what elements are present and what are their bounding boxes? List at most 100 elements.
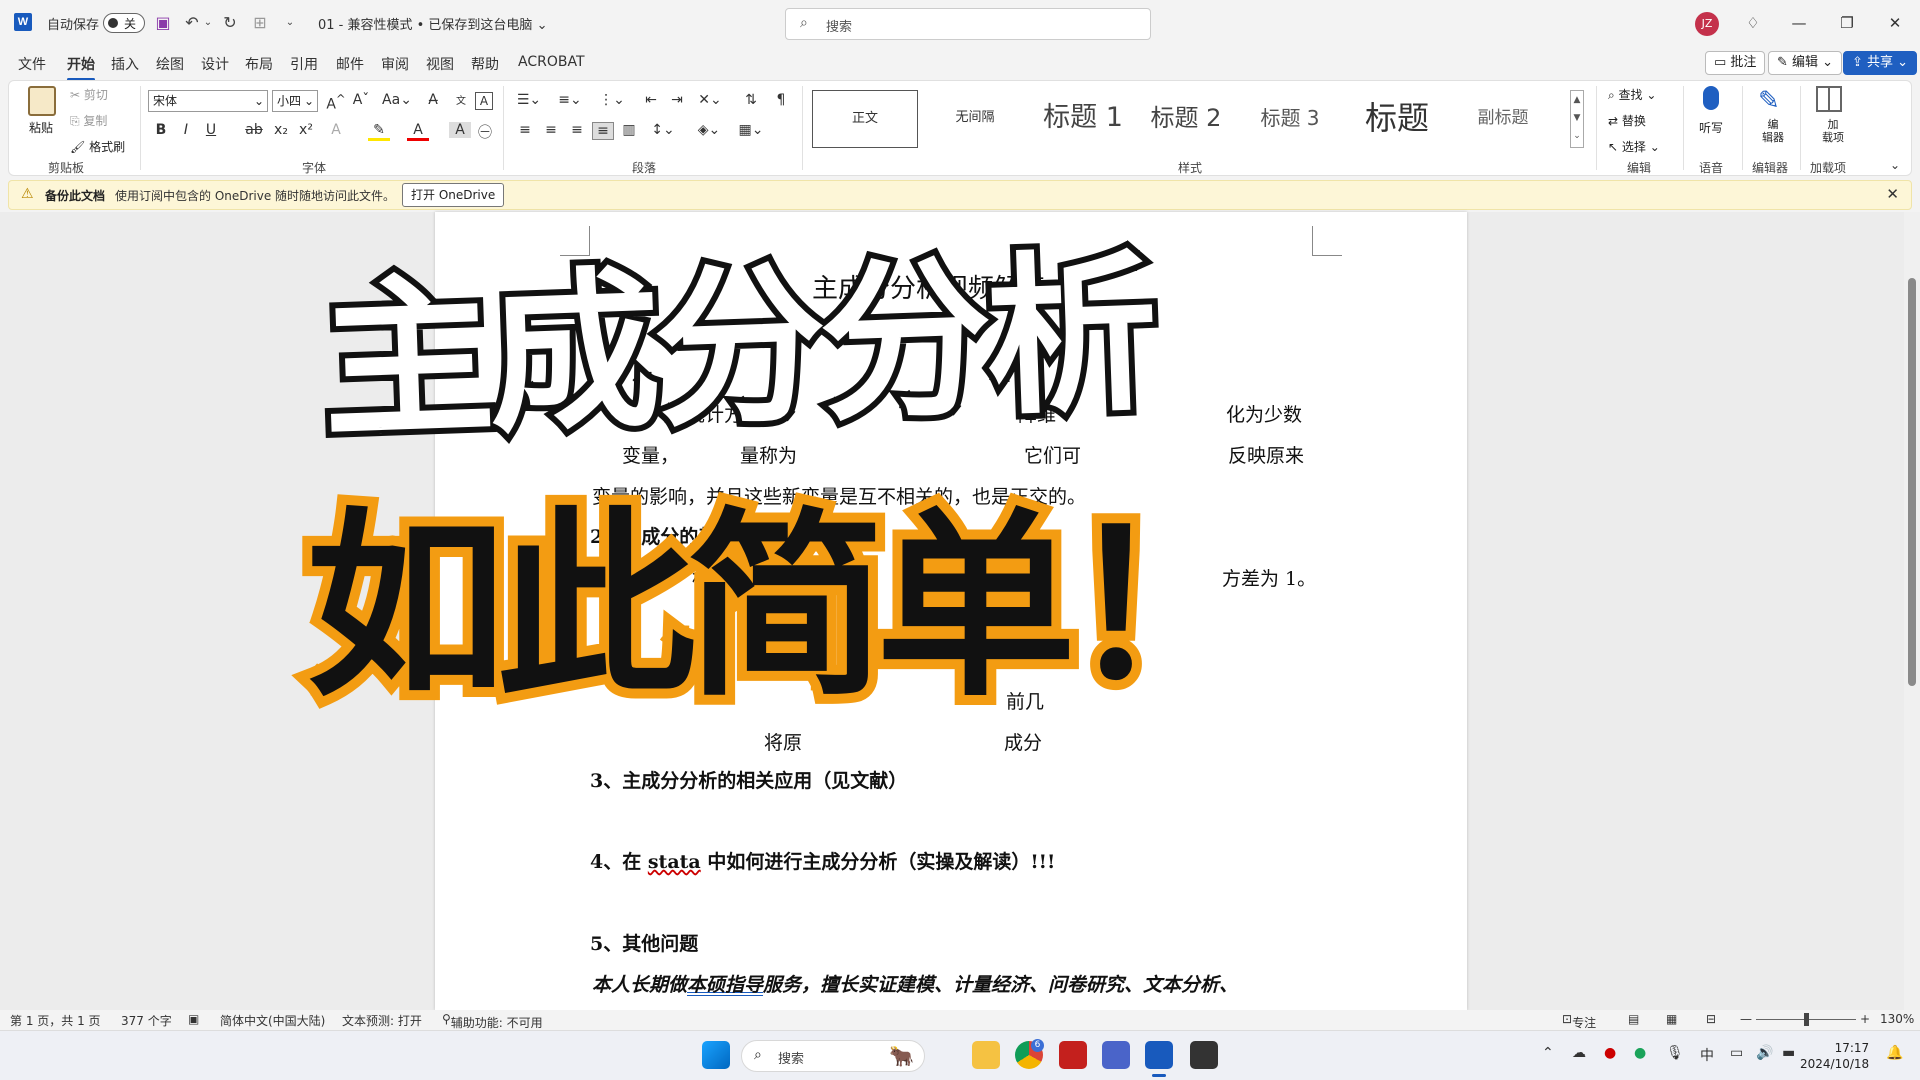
- style-normal[interactable]: 正文: [812, 90, 918, 148]
- autosave-toggle[interactable]: 关: [103, 13, 145, 33]
- document-title[interactable]: 01 - 兼容性模式 • 已保存到这台电脑 ⌄: [318, 14, 547, 33]
- print-layout-icon[interactable]: ▦: [1666, 1012, 1677, 1026]
- char-border-icon[interactable]: A: [475, 92, 493, 110]
- addins-button-label[interactable]: 加 载项: [1822, 118, 1844, 144]
- zoom-level[interactable]: 130%: [1880, 1012, 1914, 1026]
- acrobat-icon[interactable]: [1059, 1041, 1087, 1069]
- zoom-out-icon[interactable]: —: [1740, 1012, 1752, 1026]
- comments-button[interactable]: ▭ 批注: [1705, 51, 1766, 75]
- underline-icon[interactable]: U: [200, 122, 222, 138]
- mic-tray-icon[interactable]: 🎙: [1666, 1045, 1684, 1061]
- ime-indicator[interactable]: 中: [1700, 1045, 1714, 1065]
- scrollbar-thumb[interactable]: [1908, 278, 1916, 686]
- style-subtitle[interactable]: 副标题: [1450, 90, 1556, 148]
- focus-button[interactable]: ⊡ 专注: [1562, 1012, 1596, 1030]
- style-no-spacing[interactable]: 无间隔: [922, 90, 1028, 148]
- restore-button[interactable]: ❐: [1827, 10, 1867, 36]
- zoom-in-icon[interactable]: +: [1860, 1012, 1870, 1026]
- editor-button-label[interactable]: 编 辑器: [1762, 118, 1784, 144]
- redo-icon[interactable]: ↻: [220, 13, 240, 33]
- onedrive-icon[interactable]: ☁: [1572, 1045, 1586, 1061]
- sort-icon[interactable]: ⇅: [740, 92, 762, 108]
- microphone-icon[interactable]: [1703, 86, 1719, 110]
- align-left-icon[interactable]: ≡: [514, 122, 536, 138]
- text-effects-icon[interactable]: A: [325, 122, 347, 138]
- search-box[interactable]: ⌕ 搜索: [785, 8, 1151, 40]
- increase-indent-icon[interactable]: ⇥: [666, 92, 688, 108]
- char-shading-icon[interactable]: A: [449, 122, 471, 138]
- user-avatar[interactable]: JZ: [1695, 12, 1719, 36]
- paste-label[interactable]: 粘贴: [29, 119, 53, 136]
- capture-app-icon[interactable]: [1190, 1041, 1218, 1069]
- copy-button[interactable]: ⎘ 复制: [70, 112, 107, 129]
- volume-icon[interactable]: 🔊: [1756, 1045, 1773, 1061]
- shrink-font-icon[interactable]: Aˇ: [350, 92, 372, 108]
- save-icon[interactable]: ▣: [153, 13, 173, 33]
- start-icon[interactable]: [702, 1041, 730, 1069]
- page-count[interactable]: 第 1 页，共 1 页: [10, 1012, 101, 1029]
- dictate-label[interactable]: 听写: [1699, 119, 1723, 136]
- addins-icon[interactable]: [1816, 86, 1842, 112]
- undo-dropdown-icon[interactable]: ⌄: [198, 13, 218, 33]
- tab-home[interactable]: 开始: [67, 54, 95, 81]
- format-painter-button[interactable]: 🖌 格式刷: [70, 138, 125, 155]
- font-color-icon[interactable]: A: [407, 122, 429, 141]
- taskbar-search[interactable]: ⌕ 搜索 🐂: [741, 1040, 925, 1072]
- collapse-ribbon-icon[interactable]: ⌄: [1890, 158, 1900, 172]
- network-icon[interactable]: ▭: [1730, 1045, 1743, 1061]
- bold-icon[interactable]: B: [150, 122, 172, 138]
- replace-button[interactable]: ⇄ 替换: [1608, 112, 1646, 129]
- numbering-icon[interactable]: ≡⌄: [555, 92, 585, 108]
- infobar-close-icon[interactable]: ✕: [1886, 185, 1899, 203]
- word-taskbar-icon[interactable]: [1145, 1041, 1173, 1069]
- align-center-icon[interactable]: ≡: [540, 122, 562, 138]
- tray-overflow-icon[interactable]: ⌃: [1542, 1045, 1554, 1061]
- tab-references[interactable]: 引用: [290, 54, 318, 74]
- font-name-select[interactable]: 宋体 ⌄: [148, 90, 268, 112]
- borders-icon[interactable]: ▦⌄: [736, 122, 766, 138]
- paste-icon[interactable]: [28, 86, 56, 116]
- phonetic-guide-icon[interactable]: 文: [450, 92, 472, 107]
- style-heading-3[interactable]: 标题 3: [1238, 90, 1342, 148]
- tab-help[interactable]: 帮助: [471, 54, 499, 74]
- zoom-slider-thumb[interactable]: [1804, 1013, 1809, 1026]
- tab-review[interactable]: 审阅: [381, 54, 409, 74]
- subscript-icon[interactable]: x₂: [270, 122, 292, 138]
- multilevel-list-icon[interactable]: ⋮⌄: [597, 92, 627, 108]
- share-button[interactable]: ⇪ 共享 ⌄: [1843, 51, 1918, 75]
- proofing-icon[interactable]: ▣: [188, 1012, 199, 1026]
- find-button[interactable]: ⌕ 查找 ⌄: [1608, 86, 1656, 103]
- style-title[interactable]: 标题: [1344, 90, 1450, 148]
- tab-mailings[interactable]: 邮件: [336, 54, 364, 74]
- styles-scroll[interactable]: ▲ ▼ ⌄: [1570, 90, 1584, 148]
- tab-draw[interactable]: 绘图: [156, 54, 184, 74]
- chinese-layout-icon[interactable]: ✕⌄: [695, 92, 725, 108]
- language-status[interactable]: 简体中文(中国大陆): [220, 1012, 325, 1029]
- cut-button[interactable]: ✂ 剪切: [70, 86, 108, 103]
- lightbulb-icon[interactable]: ♢: [1733, 10, 1773, 36]
- file-explorer-icon[interactable]: [972, 1041, 1000, 1069]
- tab-file[interactable]: 文件: [18, 54, 46, 74]
- justify-icon[interactable]: ≡: [592, 122, 614, 140]
- read-mode-icon[interactable]: ▤: [1628, 1012, 1639, 1026]
- editing-mode-button[interactable]: ✎ 编辑 ⌄: [1768, 51, 1843, 75]
- tab-layout[interactable]: 布局: [245, 54, 273, 74]
- enclose-char-icon[interactable]: ㊀: [474, 122, 496, 142]
- superscript-icon[interactable]: x²: [295, 122, 317, 138]
- open-onedrive-button[interactable]: 打开 OneDrive: [402, 183, 505, 207]
- style-heading-1[interactable]: 标题 1: [1030, 90, 1136, 148]
- italic-icon[interactable]: I: [175, 122, 197, 138]
- line-spacing-icon[interactable]: ↕⌄: [648, 122, 678, 138]
- clock[interactable]: 17:17 2024/10/18: [1800, 1040, 1869, 1072]
- vertical-scrollbar[interactable]: [1904, 212, 1920, 1010]
- decrease-indent-icon[interactable]: ⇤: [640, 92, 662, 108]
- word-count[interactable]: 377 个字: [121, 1012, 172, 1029]
- notification-icon[interactable]: 🔔: [1886, 1045, 1903, 1061]
- web-layout-icon[interactable]: ⊟: [1706, 1012, 1716, 1026]
- highlight-icon[interactable]: ✎: [368, 122, 390, 141]
- select-button[interactable]: ↖ 选择 ⌄: [1608, 138, 1660, 155]
- close-button[interactable]: ✕: [1875, 10, 1915, 36]
- apps-icon[interactable]: [1102, 1041, 1130, 1069]
- strikethrough-icon[interactable]: ab: [243, 122, 265, 138]
- customize-icon[interactable]: ⊞: [250, 13, 270, 33]
